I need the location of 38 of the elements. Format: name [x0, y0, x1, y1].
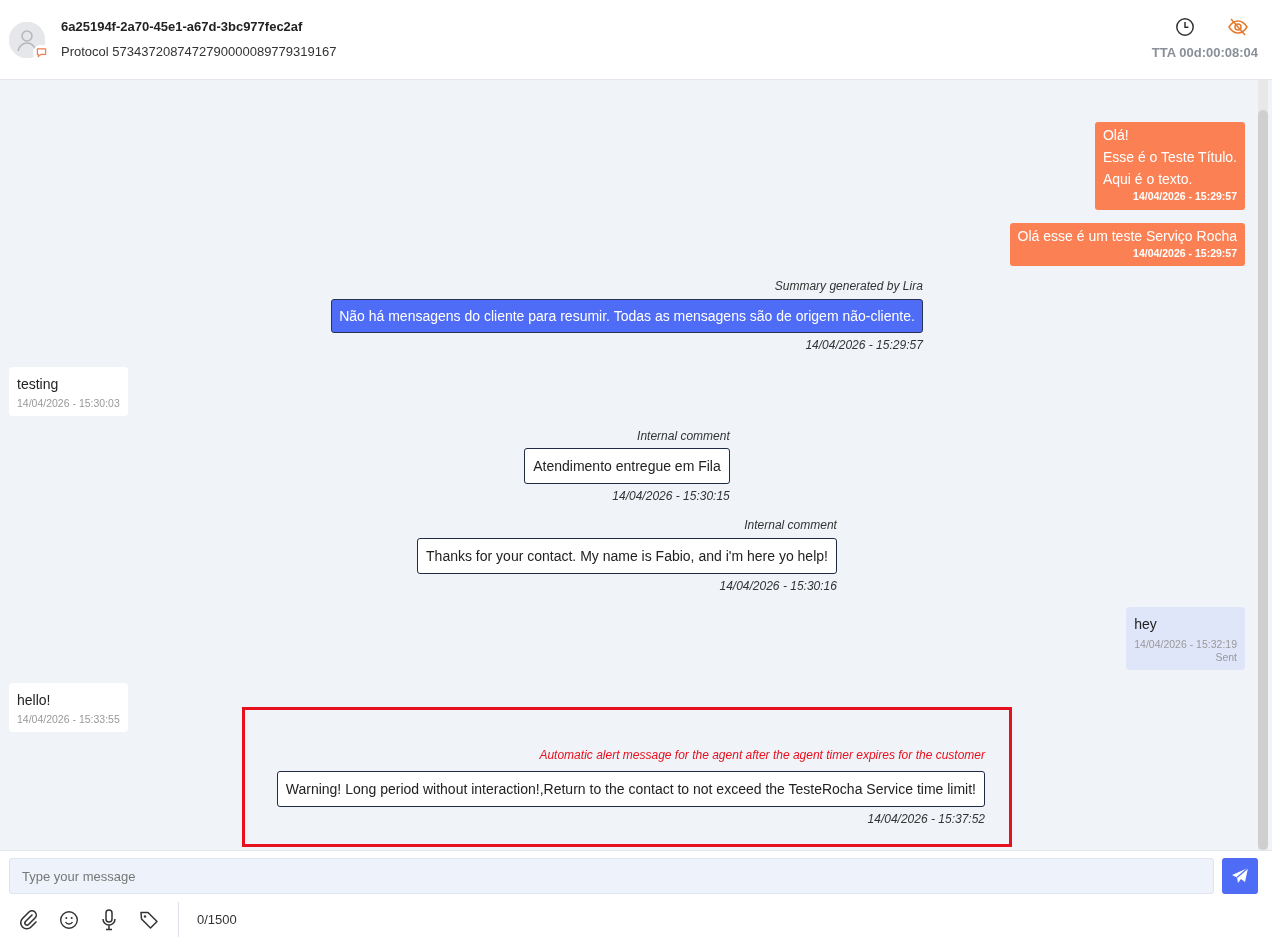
message-time: 14/04/2026 - 15:33:55	[17, 713, 120, 727]
protocol-number: Protocol 5734372087472790000089779319167	[61, 43, 337, 61]
message-text: Olá!	[1102, 126, 1130, 146]
attach-button[interactable]	[18, 909, 40, 931]
message-bubble: Atendimento entregue em Fila	[524, 448, 730, 485]
message-text: hello!	[17, 690, 52, 709]
conversation-title: 6a25194f-2a70-45e1-a67d-3bc977fec2af	[61, 18, 304, 36]
message-time: 14/04/2026 - 15:29:57	[805, 338, 923, 354]
message-bubble: Thanks for your contact. My name is Fabio, and i'm here yo help!	[417, 537, 837, 574]
message-text: Esse é o Teste Título.	[1102, 148, 1237, 168]
message-bubble: Não há mensagens do cliente para resumir. Todas as mensagens são de origem não-cliente.	[331, 298, 923, 334]
timer-text: TTA 00d:00:08:04	[1151, 45, 1258, 62]
message-bubble: Warning! Long period without interaction!,Return to the contact to not exceed the TesteRocha Service time limit!	[276, 771, 985, 808]
clock-icon[interactable]	[1175, 17, 1195, 38]
message-label: Internal comment	[744, 517, 837, 534]
message-time: 14/04/2026 - 15:29:57	[1132, 190, 1237, 204]
message-status: Sent	[1214, 651, 1237, 665]
message-text: Olá esse é um teste Serviço Rocha	[1017, 226, 1237, 246]
character-counter: 0/1500	[197, 911, 237, 929]
message-time: 14/04/2026 - 15:29:57	[1132, 246, 1237, 261]
message-text: Aqui é o texto.	[1102, 170, 1194, 190]
message-time: 14/04/2026 - 15:37:52	[867, 812, 985, 828]
message-time: 14/04/2026 - 15:30:03	[17, 396, 120, 411]
message-text: testing	[17, 374, 60, 393]
message-label: Summary generated by Lira	[774, 279, 923, 295]
message-time: 14/04/2026 - 15:32:19	[1134, 637, 1237, 652]
tag-button[interactable]	[138, 909, 160, 931]
message-time: 14/04/2026 - 15:30:15	[612, 489, 730, 505]
scrollbar-thumb[interactable]	[1258, 110, 1268, 850]
message-label: Internal comment	[637, 428, 730, 445]
eye-off-icon[interactable]	[1227, 17, 1249, 38]
message-time: 14/04/2026 - 15:30:16	[719, 578, 837, 595]
message-text: hey	[1134, 615, 1158, 634]
avatar	[9, 21, 45, 58]
send-button[interactable]	[1222, 858, 1258, 894]
emoji-button[interactable]	[58, 909, 80, 931]
message-label: Automatic alert message for the agent after the agent timer expires for the customer	[539, 747, 985, 764]
message-input[interactable]: Type your message	[9, 858, 1214, 894]
